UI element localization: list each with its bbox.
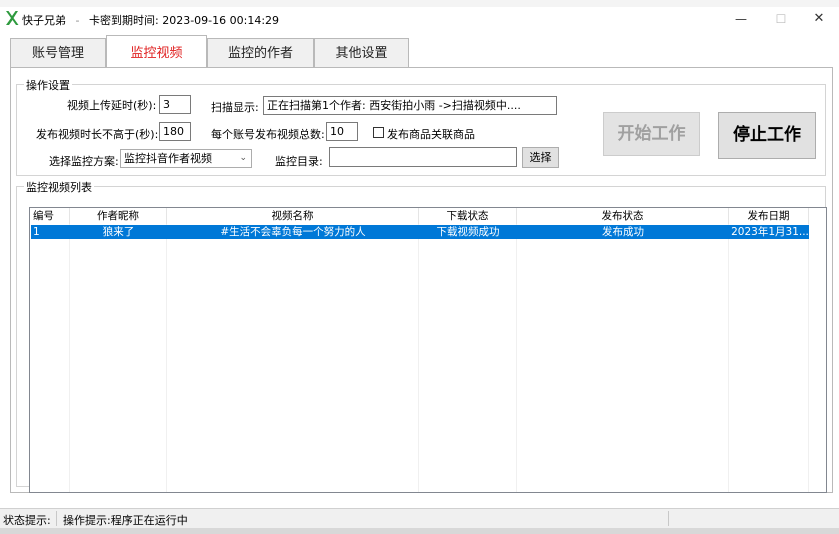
- operation-value: 程序正在运行中: [110, 514, 188, 527]
- scan-display-label: 扫描显示:: [211, 101, 259, 114]
- max-duration-input[interactable]: 180: [159, 122, 191, 141]
- operation-hint: 操作提示:程序正在运行中: [63, 512, 188, 528]
- bottom-strip: [0, 528, 839, 534]
- column-header-download-status[interactable]: 下载状态: [419, 208, 517, 224]
- upload-delay-input[interactable]: 3: [159, 95, 191, 114]
- column-divider: [808, 224, 809, 492]
- status-separator: [56, 511, 57, 526]
- video-list-group-title: 监控视频列表: [24, 179, 94, 195]
- scheme-select[interactable]: 监控抖音作者视频 ⌄: [120, 149, 252, 168]
- scheme-label: 选择监控方案:: [49, 155, 119, 168]
- close-button[interactable]: ✕: [805, 10, 833, 28]
- column-header-title[interactable]: 视频名称: [167, 208, 419, 224]
- column-header-publish-status[interactable]: 发布状态: [517, 208, 729, 224]
- column-divider: [69, 224, 70, 492]
- title-separator: -: [75, 14, 80, 27]
- max-duration-label: 发布视频时长不高于(秒):: [36, 128, 159, 141]
- title-bar[interactable]: 快子兄弟 - 卡密到期时间: 2023-09-16 00:14:29 — ☐ ✕: [0, 7, 839, 31]
- expire-label: 卡密到期时间:: [88, 14, 159, 27]
- tab-panel: 操作设置 视频上传延时(秒): 3 扫描显示: 正在扫描第1个作者: 西安街拍小…: [10, 67, 833, 493]
- settings-group-title: 操作设置: [24, 77, 72, 93]
- per-account-input[interactable]: 10: [326, 122, 358, 141]
- tab-monitored-authors[interactable]: 监控的作者: [207, 38, 314, 67]
- status-bar: 状态提示: 操作提示:程序正在运行中: [0, 508, 839, 528]
- video-list-table[interactable]: 编号 作者昵称 视频名称 下载状态 发布状态 发布日期 1 狼来了 #生活不会辜…: [29, 207, 827, 493]
- column-header-id[interactable]: 编号: [30, 208, 70, 224]
- expire-time: 2023-09-16 00:14:29: [162, 14, 280, 27]
- per-account-label: 每个账号发布视频总数:: [211, 128, 325, 141]
- settings-group: 操作设置 视频上传延时(秒): 3 扫描显示: 正在扫描第1个作者: 西安街拍小…: [16, 77, 826, 176]
- dir-label: 监控目录:: [275, 155, 323, 168]
- start-work-button[interactable]: 开始工作: [603, 112, 700, 156]
- cell-download-status: 下载视频成功: [436, 226, 500, 238]
- scheme-select-value: 监控抖音作者视频: [124, 152, 212, 165]
- cell-publish-status: 发布成功: [602, 226, 644, 238]
- column-divider: [516, 224, 517, 492]
- upload-delay-label: 视频上传延时(秒):: [67, 99, 157, 112]
- column-header-author[interactable]: 作者昵称: [70, 208, 167, 224]
- tab-other-settings[interactable]: 其他设置: [314, 38, 409, 67]
- maximize-button[interactable]: ☐: [767, 10, 795, 28]
- app-logo-icon: [6, 11, 19, 25]
- video-list-group: 监控视频列表 编号 作者昵称 视频名称 下载状态 发布状态 发布日期 1 狼来了…: [16, 179, 827, 493]
- cell-author: 狼来了: [102, 226, 135, 238]
- window-title: 快子兄弟 - 卡密到期时间: 2023-09-16 00:14:29: [22, 12, 279, 28]
- minimize-button[interactable]: —: [727, 10, 755, 28]
- app-name: 快子兄弟: [22, 14, 66, 27]
- column-header-publish-date[interactable]: 发布日期: [729, 208, 809, 224]
- status-separator: [668, 511, 669, 526]
- cell-title: #生活不会辜负每一个努力的人: [220, 226, 366, 238]
- top-strip: [0, 0, 839, 7]
- scan-display-field[interactable]: 正在扫描第1个作者: 西安街拍小雨 ->扫描视频中....: [263, 96, 557, 115]
- chevron-down-icon: ⌄: [239, 153, 247, 163]
- column-divider: [418, 224, 419, 492]
- dir-input[interactable]: [329, 147, 517, 167]
- table-row[interactable]: 1 狼来了 #生活不会辜负每一个努力的人 下载视频成功 发布成功 2023年1月…: [31, 225, 809, 239]
- tab-account-management[interactable]: 账号管理: [10, 38, 106, 67]
- cell-id: 1: [33, 226, 40, 238]
- publish-goods-label[interactable]: 发布商品关联商品: [387, 126, 475, 142]
- stop-work-button[interactable]: 停止工作: [718, 112, 816, 159]
- cell-publish-date: 2023年1月31...: [731, 226, 809, 238]
- tab-monitor-videos[interactable]: 监控视频: [106, 35, 207, 67]
- publish-goods-checkbox[interactable]: [373, 127, 384, 138]
- column-divider: [166, 224, 167, 492]
- select-dir-button[interactable]: 选择: [522, 147, 559, 168]
- status-label: 状态提示:: [3, 514, 51, 527]
- column-divider: [728, 224, 729, 492]
- operation-label: 操作提示:: [63, 514, 111, 527]
